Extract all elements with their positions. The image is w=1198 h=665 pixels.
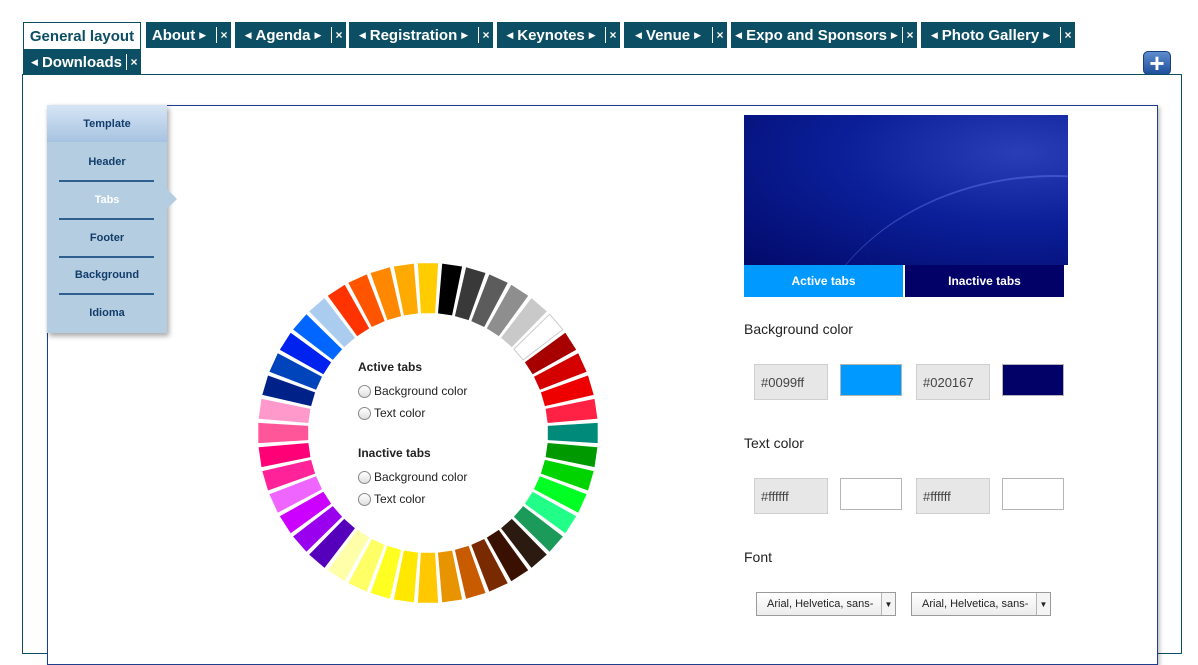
plus-icon[interactable]: + xyxy=(1143,50,1171,76)
arrow-right-icon[interactable]: ▶ xyxy=(461,30,468,40)
font-select-value: Arial, Helvetica, sans- xyxy=(767,598,874,610)
font-select-value: Arial, Helvetica, sans- xyxy=(922,598,1029,610)
inactive-text-option[interactable]: Text color xyxy=(358,488,467,510)
tab-label: Photo Gallery xyxy=(941,26,1040,44)
arrow-left-icon[interactable]: ◀ xyxy=(931,30,938,40)
arrow-right-icon[interactable]: ▶ xyxy=(1043,30,1050,40)
active-text-hex-field[interactable]: #ffffff xyxy=(754,478,828,514)
sidebar-item-label: Tabs xyxy=(94,193,120,206)
close-icon[interactable]: × xyxy=(713,28,727,42)
sidebar-item-idioma[interactable]: Idioma xyxy=(47,294,167,331)
inactive-bg-swatch[interactable] xyxy=(1002,364,1064,396)
inactive-bg-option[interactable]: Background color xyxy=(358,466,467,488)
tab-venue[interactable]: ◀ Venue ▶ × xyxy=(624,22,727,48)
tab-label: Downloads xyxy=(41,53,122,71)
background-color-label: Background color xyxy=(744,321,853,337)
radio-icon[interactable] xyxy=(358,406,371,420)
tab-general-layout[interactable]: General layout xyxy=(23,22,141,49)
tab-agenda[interactable]: ◀ Agenda ▶ × xyxy=(235,22,346,48)
tab-downloads[interactable]: ◀ Downloads × xyxy=(23,49,141,75)
dropdown-arrow-icon[interactable]: ▼ xyxy=(881,593,895,615)
close-icon[interactable]: × xyxy=(903,28,917,42)
arrow-right-icon[interactable]: ▶ xyxy=(891,30,898,40)
arrow-left-icon[interactable]: ◀ xyxy=(506,30,513,40)
close-icon[interactable]: × xyxy=(1061,28,1075,42)
close-icon[interactable]: × xyxy=(127,55,141,69)
header-preview-image xyxy=(744,115,1068,265)
active-text-option[interactable]: Text color xyxy=(358,402,467,424)
option-label: Background color xyxy=(374,470,468,484)
arrow-right-icon[interactable]: ▶ xyxy=(315,30,322,40)
font-label: Font xyxy=(744,549,773,565)
sidebar-item-footer[interactable]: Footer xyxy=(47,219,167,256)
sidebar-item-tabs[interactable]: Tabs xyxy=(47,181,167,218)
close-icon[interactable]: × xyxy=(479,28,493,42)
sidebar-item-label: Background xyxy=(74,268,140,281)
close-icon[interactable]: × xyxy=(606,28,620,42)
tab-registration[interactable]: ◀ Registration ▶ × xyxy=(349,22,493,48)
preview-active-tab: Active tabs xyxy=(744,265,903,297)
active-bg-swatch[interactable] xyxy=(840,364,902,396)
preview-decoration xyxy=(864,115,1068,265)
option-label: Background color xyxy=(374,384,468,398)
active-tabs-heading: Active tabs xyxy=(358,360,423,374)
preview-tab-label: Inactive tabs xyxy=(948,274,1021,288)
tab-keynotes[interactable]: ◀ Keynotes ▶ × xyxy=(497,22,620,48)
radio-icon[interactable] xyxy=(358,470,371,484)
arrow-left-icon[interactable]: ◀ xyxy=(245,30,252,40)
active-bg-option[interactable]: Background color xyxy=(358,380,467,402)
tab-label: Venue xyxy=(645,26,691,44)
color-swatch-segment[interactable] xyxy=(547,422,598,444)
sidebar-item-template[interactable]: Template xyxy=(47,105,167,142)
tab-label: Keynotes xyxy=(517,26,585,44)
active-bg-hex-field[interactable]: #0099ff xyxy=(754,364,828,400)
dropdown-arrow-icon[interactable]: ▼ xyxy=(1036,593,1050,615)
tab-label: Registration xyxy=(369,26,458,44)
color-swatch-segment[interactable] xyxy=(417,552,439,603)
text-color-label: Text color xyxy=(744,435,804,451)
radio-icon[interactable] xyxy=(358,492,371,506)
inactive-text-hex-field[interactable]: #ffffff xyxy=(916,478,990,514)
preview-tab-label: Active tabs xyxy=(791,274,856,288)
radio-icon[interactable] xyxy=(358,384,371,398)
tab-label: Agenda xyxy=(255,26,311,44)
tab-label: About xyxy=(151,26,196,44)
sidebar-item-background[interactable]: Background xyxy=(47,256,167,293)
option-label: Text color xyxy=(374,492,426,506)
active-font-select[interactable]: Arial, Helvetica, sans- ▼ xyxy=(756,592,896,616)
arrow-left-icon[interactable]: ◀ xyxy=(359,30,366,40)
inactive-bg-hex-field[interactable]: #020167 xyxy=(916,364,990,400)
sidebar-item-label: Template xyxy=(83,117,131,130)
sidebar-item-label: Idioma xyxy=(89,306,125,319)
tab-about[interactable]: About ▶ × xyxy=(146,22,231,48)
selection-pointer-icon xyxy=(167,189,177,209)
arrow-left-icon[interactable]: ◀ xyxy=(31,57,38,67)
option-label: Text color xyxy=(374,406,426,420)
inactive-font-select[interactable]: Arial, Helvetica, sans- ▼ xyxy=(911,592,1051,616)
tab-photo-gallery[interactable]: ◀ Photo Gallery ▶ × xyxy=(921,22,1075,48)
color-swatch-segment[interactable] xyxy=(417,263,439,314)
sidebar: Template Header Tabs Footer Background I… xyxy=(47,105,177,333)
arrow-right-icon[interactable]: ▶ xyxy=(199,30,206,40)
tab-color-options: Active tabs Background color Text color … xyxy=(358,360,467,510)
close-icon[interactable]: × xyxy=(217,28,231,42)
sidebar-item-header[interactable]: Header xyxy=(47,143,167,180)
inactive-tabs-heading: Inactive tabs xyxy=(358,446,431,460)
sidebar-item-label: Footer xyxy=(89,231,125,244)
active-text-swatch[interactable] xyxy=(840,478,902,510)
arrow-right-icon[interactable]: ▶ xyxy=(694,30,701,40)
arrow-left-icon[interactable]: ◀ xyxy=(635,30,642,40)
tab-label: General layout xyxy=(29,27,135,45)
arrow-right-icon[interactable]: ▶ xyxy=(589,30,596,40)
close-icon[interactable]: × xyxy=(332,28,346,42)
preview-inactive-tab: Inactive tabs xyxy=(905,265,1064,297)
sidebar-item-label: Header xyxy=(88,155,126,168)
arrow-left-icon[interactable]: ◀ xyxy=(735,30,742,40)
color-swatch-segment[interactable] xyxy=(258,422,309,444)
inactive-text-swatch[interactable] xyxy=(1002,478,1064,510)
tab-label: Expo and Sponsors xyxy=(746,26,887,44)
tab-expo-and-sponsors[interactable]: ◀ Expo and Sponsors ▶ × xyxy=(731,22,917,48)
